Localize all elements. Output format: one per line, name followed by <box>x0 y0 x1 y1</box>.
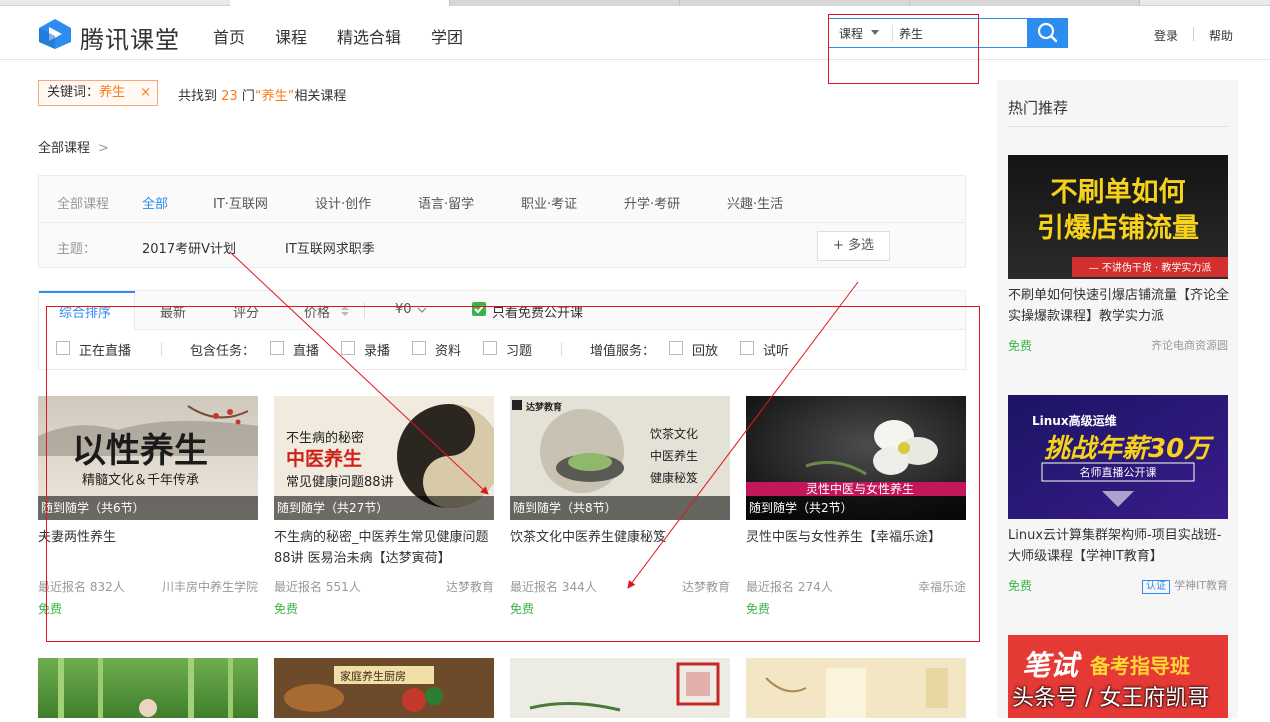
category-language[interactable]: 语言·留学 <box>418 193 474 212</box>
result-count: 共找到 23 门“养生”相关课程 <box>178 85 346 104</box>
recommend-provider[interactable]: 齐论电商资源圆 <box>1151 337 1228 353</box>
result-count-keyword: “养生” <box>254 89 295 104</box>
recommend-card[interactable]: 不刷单如何 引爆店铺流量 — 不讲伪干货 · 教学实力派 不刷单如何快速引爆店铺… <box>1008 155 1230 355</box>
result-count-unit: 门 <box>241 89 255 104</box>
filter-panel: 全部课程 全部 IT·互联网 设计·创作 语言·留学 职业·考证 升学·考研 兴… <box>38 175 966 268</box>
breadcrumb-all-courses[interactable]: 全部课程 <box>38 141 90 156</box>
topic-it-job[interactable]: IT互联网求职季 <box>285 238 375 257</box>
course-cover-image <box>529 662 720 712</box>
site-header: 腾讯课堂 首页 课程 精选合辑 学团 课程 登录 帮助 <box>0 6 1270 60</box>
login-link[interactable]: 登录 <box>1154 27 1178 44</box>
nav-home[interactable]: 首页 <box>213 24 245 48</box>
multi-select-button[interactable]: + 多选 <box>817 231 890 261</box>
recommend-thumbnail[interactable]: Linux高级运维 挑战年薪30万 名师直播公开课 <box>1008 395 1228 519</box>
logo-text: 腾讯课堂 <box>80 26 180 54</box>
category-career[interactable]: 职业·考证 <box>521 193 577 212</box>
category-exam[interactable]: 升学·考研 <box>624 193 680 212</box>
sort-active-indicator <box>39 291 135 293</box>
recommend-title[interactable]: 不刷单如何快速引爆店铺流量【齐论全实操爆款课程】教学实力派 <box>1008 285 1230 327</box>
category-filter-row: 全部课程 全部 IT·互联网 设计·创作 语言·留学 职业·考证 升学·考研 兴… <box>39 176 965 223</box>
result-count-number: 23 <box>221 89 238 104</box>
keyword-label: 关键词： <box>47 85 100 100</box>
keyword-tag: 关键词：养生 × <box>38 80 158 106</box>
verified-badge: 认证 <box>1142 580 1171 594</box>
course-thumbnail[interactable] <box>746 658 966 718</box>
close-icon[interactable]: × <box>140 81 151 105</box>
breadcrumb-arrow: > <box>98 141 109 156</box>
cover-line1: 不刷单如何 <box>1051 177 1186 208</box>
category-all[interactable]: 全部 <box>142 193 168 212</box>
nav-groups[interactable]: 学团 <box>431 24 463 48</box>
divider <box>1193 27 1194 41</box>
sidebar-title: 热门推荐 <box>1008 99 1069 117</box>
category-hobby[interactable]: 兴趣·生活 <box>727 193 783 212</box>
category-it[interactable]: IT·互联网 <box>213 193 268 212</box>
recommend-provider-wrap: 认证 学神IT教育 <box>1142 577 1228 594</box>
category-design[interactable]: 设计·创作 <box>315 193 371 212</box>
cover-line2: 备考指导班 <box>1089 654 1190 678</box>
sidebar-recommend: 热门推荐 不刷单如何 引爆店铺流量 — 不讲伪干货 · 教学实力派 不刷单如何快… <box>997 80 1238 718</box>
nav-collections[interactable]: 精选合辑 <box>337 24 401 48</box>
cover-title: 家庭养生厨房 <box>340 669 406 683</box>
recommend-card[interactable]: Linux高级运维 挑战年薪30万 名师直播公开课 Linux云计算集群架构师-… <box>1008 395 1228 595</box>
cover-line1: 笔试 <box>1022 649 1082 682</box>
recommend-title[interactable]: Linux云计算集群架构师-项目实战班-大师级课程【学神IT教育】 <box>1008 525 1230 567</box>
cover-tag: — 不讲伪干货 · 教学实力派 <box>1089 261 1212 274</box>
cover-line2: 引爆店铺流量 <box>1037 213 1199 244</box>
cover-line3: 名师直播公开课 <box>1080 465 1157 479</box>
logo-icon <box>39 19 71 49</box>
watermark: 头条号 / 女王府凯哥 <box>1012 686 1210 711</box>
breadcrumb: 全部课程 > <box>38 137 109 156</box>
cover-line2: 挑战年薪30万 <box>1044 434 1214 464</box>
course-cover-image: 家庭养生厨房 <box>284 666 443 712</box>
course-cover-image <box>58 658 233 718</box>
recommend-price: 免费 <box>1008 579 1033 593</box>
recommend-thumbnail[interactable]: 不刷单如何 引爆店铺流量 — 不讲伪干货 · 教学实力派 <box>1008 155 1228 279</box>
course-thumbnail[interactable]: 家庭养生厨房 <box>274 658 494 718</box>
result-count-prefix: 共找到 <box>178 89 218 104</box>
annotation-box-results <box>46 306 980 642</box>
divider <box>1008 126 1228 127</box>
category-label: 全部课程 <box>57 197 110 212</box>
site-logo[interactable]: 腾讯课堂 <box>38 18 188 54</box>
recommend-provider[interactable]: 学神IT教育 <box>1174 579 1228 592</box>
cover-line1: Linux高级运维 <box>1032 413 1117 428</box>
result-count-suffix: 相关课程 <box>294 89 347 104</box>
course-thumbnail[interactable] <box>510 658 730 718</box>
search-icon <box>1037 22 1058 43</box>
search-button[interactable] <box>1027 18 1068 48</box>
keyword-value: 养生 <box>99 85 126 100</box>
course-cover-image <box>765 668 948 718</box>
recommend-cover-image: Linux高级运维 挑战年薪30万 名师直播公开课 <box>1008 395 1228 519</box>
recommend-price: 免费 <box>1008 339 1033 353</box>
annotation-box-search <box>828 14 979 84</box>
nav-courses[interactable]: 课程 <box>275 24 307 48</box>
course-thumbnail[interactable] <box>38 658 258 718</box>
recommend-cover-image: 不刷单如何 引爆店铺流量 — 不讲伪干货 · 教学实力派 <box>1008 155 1228 279</box>
topic-label: 主题： <box>57 242 97 257</box>
help-link[interactable]: 帮助 <box>1209 27 1233 44</box>
topic-kaoyan[interactable]: 2017考研V计划 <box>142 238 236 257</box>
